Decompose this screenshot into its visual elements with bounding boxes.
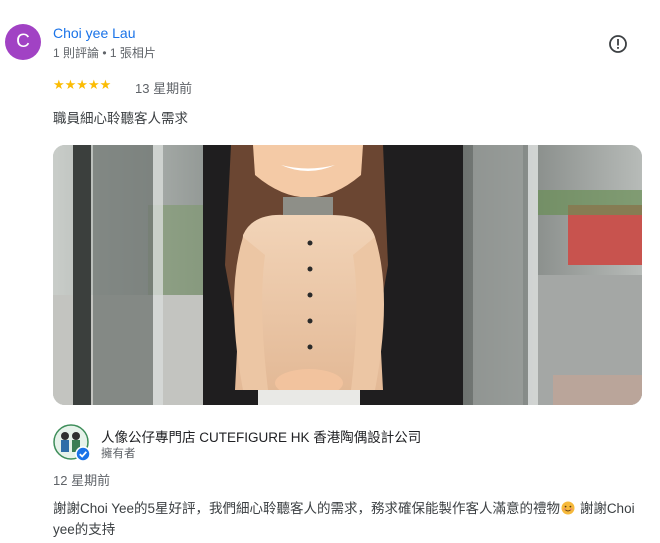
star-rating: ★★★★★ — [53, 77, 112, 92]
review-date: 13 星期前 — [135, 81, 193, 96]
owner-name: 人像公仔專門店 CUTEFIGURE HK 香港陶偶設計公司 — [101, 430, 422, 445]
owner-reply-text: 謝謝Choi Yee的5星好評，我們細心聆聽客人的需求，務求確保能製作客人滿意的… — [53, 498, 643, 540]
reviewer-avatar[interactable]: C — [5, 24, 41, 60]
reviewer-meta: 1 則評論 • 1 張相片 — [53, 46, 156, 60]
review-photo[interactable] — [53, 145, 642, 405]
report-review-icon[interactable] — [608, 34, 628, 54]
reply-date: 12 星期前 — [53, 473, 111, 488]
owner-role: 擁有者 — [101, 448, 136, 460]
reviewer-name-link[interactable]: Choi yee Lau — [53, 25, 136, 41]
owner-logo[interactable] — [53, 424, 91, 462]
reply-text-part-1: 謝謝Choi Yee的5星好評，我們細心聆聽客人的需求，務求確保能製作客人滿意的… — [53, 501, 561, 516]
smiling-face-emoji-icon — [561, 501, 575, 515]
bobblehead-figure-photo-icon — [53, 145, 642, 405]
review-text: 職員細心聆聽客人需求 — [53, 111, 188, 126]
